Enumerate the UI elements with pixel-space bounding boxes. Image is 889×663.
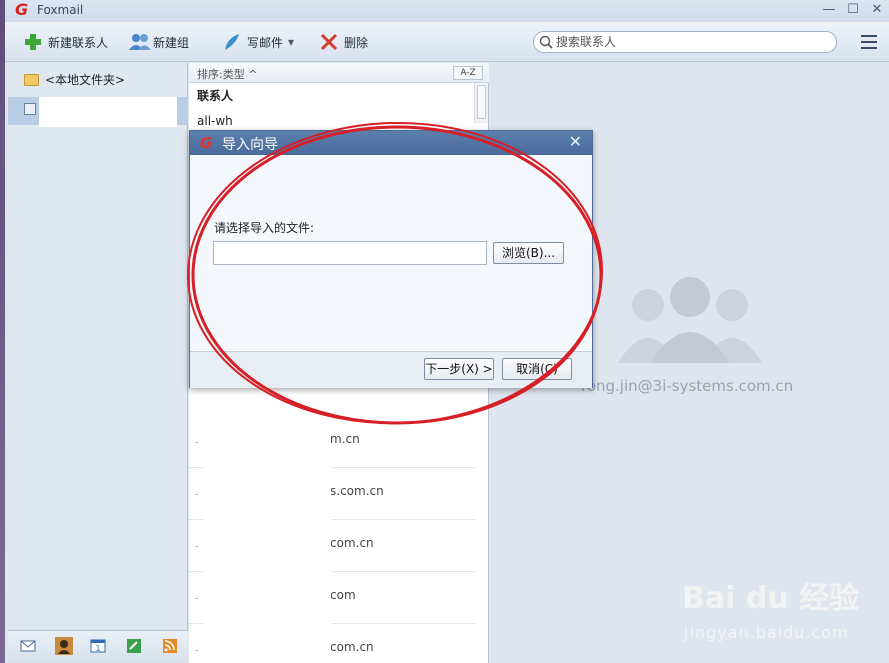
contacts-placeholder-icon: [618, 277, 762, 363]
sort-header[interactable]: 排序:类型 ^ A-Z: [189, 63, 489, 83]
import-prompt: 请选择导入的文件:: [214, 221, 315, 235]
redacted-name: [203, 624, 331, 663]
foxmail-window: G Foxmail — ☐ ✕ 新建联系人 新建组 写邮件 ▾ 删除 搜索联系人…: [5, 0, 889, 663]
feather-icon: [222, 32, 242, 52]
watermark-brand: Bai du 经验: [682, 581, 860, 616]
az-button[interactable]: A-Z: [453, 66, 483, 80]
contact-email: s.com.cn: [330, 484, 384, 498]
plus-icon: [23, 32, 43, 52]
folder-icon: [24, 73, 39, 86]
list-item[interactable]: all-wh: [197, 114, 233, 128]
maximize-button[interactable]: ☐: [845, 2, 861, 18]
local-folder-label: <本地文件夹>: [45, 73, 126, 87]
close-button[interactable]: ✕: [869, 2, 885, 18]
dialog-footer: 下一步(X) > 取消(C): [190, 351, 592, 388]
dialog-title: 导入向导: [222, 137, 278, 153]
dialog-title-bar: G 导入向导 ✕: [190, 131, 592, 155]
new-contact-label: 新建联系人: [48, 35, 109, 50]
contact-email: com: [330, 588, 356, 602]
baidu-watermark: Bai du 经验 jingyan.baidu.com: [682, 573, 860, 642]
search-box[interactable]: [533, 31, 837, 53]
svg-text:1: 1: [95, 644, 100, 653]
module-switcher: 1: [8, 630, 188, 663]
contact-email: com.cn: [330, 640, 374, 654]
local-folder-item[interactable]: <本地文件夹>: [24, 71, 125, 88]
compose-label: 写邮件: [247, 35, 284, 50]
contact-email: com.cn: [330, 536, 374, 550]
browse-button[interactable]: 浏览(B)...: [493, 242, 564, 264]
sort-label[interactable]: 排序:类型 ^: [197, 66, 257, 82]
mail-module-icon[interactable]: [20, 639, 36, 653]
window-title: Foxmail: [37, 3, 84, 17]
minimize-button[interactable]: —: [821, 2, 837, 18]
toolbar: 新建联系人 新建组 写邮件 ▾ 删除: [5, 22, 889, 62]
scrollbar-thumb[interactable]: [477, 85, 486, 119]
redacted-name: [203, 572, 331, 624]
new-group-button[interactable]: 新建组: [128, 31, 189, 53]
notes-module-icon[interactable]: [126, 639, 142, 653]
delete-icon: [319, 32, 339, 52]
list-item[interactable]: s.com.cn: [189, 468, 475, 520]
redacted-name: [39, 97, 177, 127]
cancel-button[interactable]: 取消(C): [502, 358, 572, 380]
contacts-module-icon[interactable]: [55, 637, 73, 655]
sidebar: <本地文件夹>: [8, 63, 188, 630]
calendar-module-icon[interactable]: 1: [90, 639, 106, 653]
selected-address-book[interactable]: [8, 97, 188, 127]
search-icon: [539, 35, 553, 49]
delete-label: 删除: [344, 35, 369, 50]
list-item[interactable]: com.cn: [189, 624, 475, 663]
list-item[interactable]: com: [189, 572, 475, 624]
contact-email: m.cn: [330, 432, 360, 446]
dialog-close-button[interactable]: ✕: [569, 134, 582, 150]
foxmail-logo-icon: G: [15, 0, 29, 19]
search-input[interactable]: [556, 34, 826, 50]
redacted-name: [203, 520, 331, 572]
address-book-icon: [24, 103, 36, 115]
group-header: 联系人: [197, 89, 234, 103]
import-wizard-dialog: G 导入向导 ✕ 请选择导入的文件: 浏览(B)... 下一步(X) > 取消(…: [189, 130, 593, 388]
next-button[interactable]: 下一步(X) >: [424, 358, 494, 380]
file-path-input[interactable]: [213, 241, 487, 265]
compose-button[interactable]: 写邮件 ▾: [222, 31, 294, 53]
rss-module-icon[interactable]: [162, 639, 178, 653]
new-group-label: 新建组: [153, 35, 190, 50]
watermark-url: jingyan.baidu.com: [684, 623, 849, 642]
redacted-name: [203, 468, 331, 520]
list-view-icon[interactable]: [861, 35, 877, 49]
delete-button[interactable]: 删除: [319, 31, 368, 53]
redacted-name: [203, 416, 331, 468]
group-icon: [128, 32, 151, 52]
title-bar: G Foxmail — ☐ ✕: [5, 0, 889, 22]
new-contact-button[interactable]: 新建联系人: [23, 31, 108, 53]
window-controls: — ☐ ✕: [821, 2, 885, 18]
list-item[interactable]: com.cn: [189, 520, 475, 572]
foxmail-logo-icon: G: [200, 134, 213, 152]
compose-dropdown-icon[interactable]: ▾: [288, 35, 294, 49]
list-item[interactable]: m.cn: [189, 416, 475, 468]
scrollbar[interactable]: [474, 83, 488, 123]
contact-email: rong.jin@3i-systems.com.cn: [581, 377, 794, 395]
